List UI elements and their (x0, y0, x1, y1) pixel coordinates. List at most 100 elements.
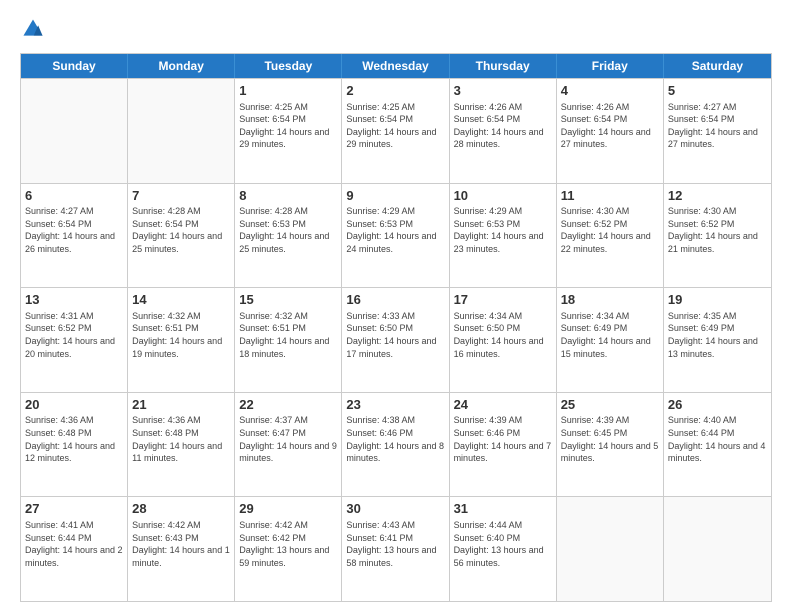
calendar-cell: 8Sunrise: 4:28 AMSunset: 6:53 PMDaylight… (235, 184, 342, 288)
calendar-cell: 20Sunrise: 4:36 AMSunset: 6:48 PMDayligh… (21, 393, 128, 497)
calendar-cell (128, 79, 235, 183)
page-header (20, 18, 772, 45)
cell-info: Sunrise: 4:34 AMSunset: 6:50 PMDaylight:… (454, 310, 552, 360)
day-number: 7 (132, 187, 230, 205)
day-number: 4 (561, 82, 659, 100)
cell-info: Sunrise: 4:34 AMSunset: 6:49 PMDaylight:… (561, 310, 659, 360)
calendar-cell: 14Sunrise: 4:32 AMSunset: 6:51 PMDayligh… (128, 288, 235, 392)
calendar-cell: 23Sunrise: 4:38 AMSunset: 6:46 PMDayligh… (342, 393, 449, 497)
calendar-cell: 4Sunrise: 4:26 AMSunset: 6:54 PMDaylight… (557, 79, 664, 183)
day-number: 9 (346, 187, 444, 205)
day-number: 18 (561, 291, 659, 309)
calendar-body: 1Sunrise: 4:25 AMSunset: 6:54 PMDaylight… (21, 78, 771, 601)
calendar-cell: 28Sunrise: 4:42 AMSunset: 6:43 PMDayligh… (128, 497, 235, 601)
cell-info: Sunrise: 4:36 AMSunset: 6:48 PMDaylight:… (132, 414, 230, 464)
day-number: 20 (25, 396, 123, 414)
calendar-cell: 25Sunrise: 4:39 AMSunset: 6:45 PMDayligh… (557, 393, 664, 497)
cell-info: Sunrise: 4:29 AMSunset: 6:53 PMDaylight:… (346, 205, 444, 255)
calendar-cell: 9Sunrise: 4:29 AMSunset: 6:53 PMDaylight… (342, 184, 449, 288)
cell-info: Sunrise: 4:39 AMSunset: 6:46 PMDaylight:… (454, 414, 552, 464)
day-number: 23 (346, 396, 444, 414)
header-cell-tuesday: Tuesday (235, 54, 342, 78)
calendar-cell: 17Sunrise: 4:34 AMSunset: 6:50 PMDayligh… (450, 288, 557, 392)
cell-info: Sunrise: 4:36 AMSunset: 6:48 PMDaylight:… (25, 414, 123, 464)
cell-info: Sunrise: 4:28 AMSunset: 6:54 PMDaylight:… (132, 205, 230, 255)
calendar-cell: 31Sunrise: 4:44 AMSunset: 6:40 PMDayligh… (450, 497, 557, 601)
calendar-cell: 26Sunrise: 4:40 AMSunset: 6:44 PMDayligh… (664, 393, 771, 497)
cell-info: Sunrise: 4:32 AMSunset: 6:51 PMDaylight:… (239, 310, 337, 360)
calendar-cell: 1Sunrise: 4:25 AMSunset: 6:54 PMDaylight… (235, 79, 342, 183)
day-number: 21 (132, 396, 230, 414)
cell-info: Sunrise: 4:26 AMSunset: 6:54 PMDaylight:… (454, 101, 552, 151)
cell-info: Sunrise: 4:41 AMSunset: 6:44 PMDaylight:… (25, 519, 123, 569)
calendar-row: 13Sunrise: 4:31 AMSunset: 6:52 PMDayligh… (21, 287, 771, 392)
calendar-cell: 2Sunrise: 4:25 AMSunset: 6:54 PMDaylight… (342, 79, 449, 183)
header-cell-saturday: Saturday (664, 54, 771, 78)
cell-info: Sunrise: 4:25 AMSunset: 6:54 PMDaylight:… (239, 101, 337, 151)
calendar-cell: 11Sunrise: 4:30 AMSunset: 6:52 PMDayligh… (557, 184, 664, 288)
day-number: 27 (25, 500, 123, 518)
cell-info: Sunrise: 4:40 AMSunset: 6:44 PMDaylight:… (668, 414, 767, 464)
calendar-cell: 6Sunrise: 4:27 AMSunset: 6:54 PMDaylight… (21, 184, 128, 288)
day-number: 8 (239, 187, 337, 205)
calendar-cell: 12Sunrise: 4:30 AMSunset: 6:52 PMDayligh… (664, 184, 771, 288)
cell-info: Sunrise: 4:30 AMSunset: 6:52 PMDaylight:… (561, 205, 659, 255)
calendar-row: 1Sunrise: 4:25 AMSunset: 6:54 PMDaylight… (21, 78, 771, 183)
cell-info: Sunrise: 4:31 AMSunset: 6:52 PMDaylight:… (25, 310, 123, 360)
day-number: 2 (346, 82, 444, 100)
header-cell-wednesday: Wednesday (342, 54, 449, 78)
calendar-cell: 3Sunrise: 4:26 AMSunset: 6:54 PMDaylight… (450, 79, 557, 183)
day-number: 19 (668, 291, 767, 309)
calendar-cell (21, 79, 128, 183)
calendar-cell: 7Sunrise: 4:28 AMSunset: 6:54 PMDaylight… (128, 184, 235, 288)
header-cell-thursday: Thursday (450, 54, 557, 78)
cell-info: Sunrise: 4:39 AMSunset: 6:45 PMDaylight:… (561, 414, 659, 464)
calendar-cell: 18Sunrise: 4:34 AMSunset: 6:49 PMDayligh… (557, 288, 664, 392)
day-number: 28 (132, 500, 230, 518)
calendar-cell: 15Sunrise: 4:32 AMSunset: 6:51 PMDayligh… (235, 288, 342, 392)
logo-icon (22, 18, 44, 40)
day-number: 26 (668, 396, 767, 414)
cell-info: Sunrise: 4:42 AMSunset: 6:43 PMDaylight:… (132, 519, 230, 569)
day-number: 17 (454, 291, 552, 309)
cell-info: Sunrise: 4:33 AMSunset: 6:50 PMDaylight:… (346, 310, 444, 360)
day-number: 6 (25, 187, 123, 205)
cell-info: Sunrise: 4:25 AMSunset: 6:54 PMDaylight:… (346, 101, 444, 151)
calendar-cell: 29Sunrise: 4:42 AMSunset: 6:42 PMDayligh… (235, 497, 342, 601)
calendar-cell: 27Sunrise: 4:41 AMSunset: 6:44 PMDayligh… (21, 497, 128, 601)
cell-info: Sunrise: 4:37 AMSunset: 6:47 PMDaylight:… (239, 414, 337, 464)
cell-info: Sunrise: 4:32 AMSunset: 6:51 PMDaylight:… (132, 310, 230, 360)
calendar-cell: 13Sunrise: 4:31 AMSunset: 6:52 PMDayligh… (21, 288, 128, 392)
day-number: 11 (561, 187, 659, 205)
day-number: 3 (454, 82, 552, 100)
calendar-cell: 22Sunrise: 4:37 AMSunset: 6:47 PMDayligh… (235, 393, 342, 497)
cell-info: Sunrise: 4:28 AMSunset: 6:53 PMDaylight:… (239, 205, 337, 255)
cell-info: Sunrise: 4:27 AMSunset: 6:54 PMDaylight:… (25, 205, 123, 255)
day-number: 25 (561, 396, 659, 414)
day-number: 12 (668, 187, 767, 205)
day-number: 15 (239, 291, 337, 309)
cell-info: Sunrise: 4:30 AMSunset: 6:52 PMDaylight:… (668, 205, 767, 255)
header-cell-sunday: Sunday (21, 54, 128, 78)
cell-info: Sunrise: 4:42 AMSunset: 6:42 PMDaylight:… (239, 519, 337, 569)
calendar-cell: 30Sunrise: 4:43 AMSunset: 6:41 PMDayligh… (342, 497, 449, 601)
header-cell-friday: Friday (557, 54, 664, 78)
day-number: 5 (668, 82, 767, 100)
calendar-cell: 24Sunrise: 4:39 AMSunset: 6:46 PMDayligh… (450, 393, 557, 497)
cell-info: Sunrise: 4:26 AMSunset: 6:54 PMDaylight:… (561, 101, 659, 151)
day-number: 30 (346, 500, 444, 518)
logo (20, 18, 44, 45)
calendar-row: 6Sunrise: 4:27 AMSunset: 6:54 PMDaylight… (21, 183, 771, 288)
calendar-cell: 5Sunrise: 4:27 AMSunset: 6:54 PMDaylight… (664, 79, 771, 183)
day-number: 1 (239, 82, 337, 100)
cell-info: Sunrise: 4:38 AMSunset: 6:46 PMDaylight:… (346, 414, 444, 464)
calendar-cell: 19Sunrise: 4:35 AMSunset: 6:49 PMDayligh… (664, 288, 771, 392)
cell-info: Sunrise: 4:35 AMSunset: 6:49 PMDaylight:… (668, 310, 767, 360)
calendar-cell: 10Sunrise: 4:29 AMSunset: 6:53 PMDayligh… (450, 184, 557, 288)
cell-info: Sunrise: 4:44 AMSunset: 6:40 PMDaylight:… (454, 519, 552, 569)
day-number: 14 (132, 291, 230, 309)
day-number: 31 (454, 500, 552, 518)
calendar-header: SundayMondayTuesdayWednesdayThursdayFrid… (21, 54, 771, 78)
day-number: 10 (454, 187, 552, 205)
cell-info: Sunrise: 4:27 AMSunset: 6:54 PMDaylight:… (668, 101, 767, 151)
